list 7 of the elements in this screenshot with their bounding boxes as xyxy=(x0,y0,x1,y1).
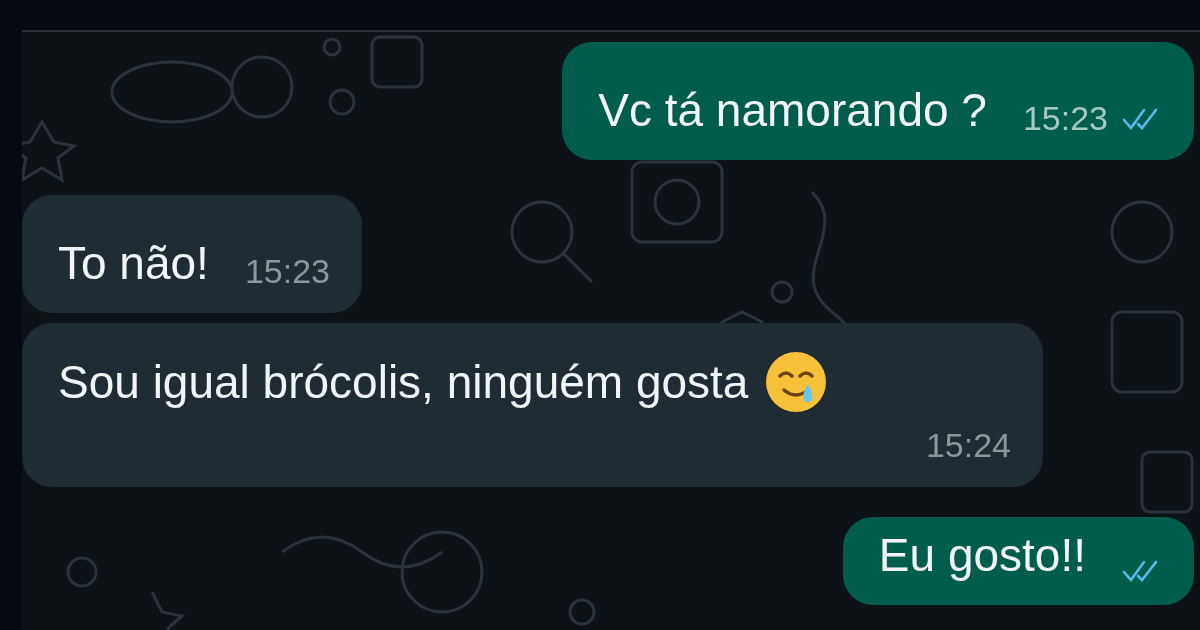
message-time: 15:23 xyxy=(244,252,330,291)
message-text: To não! xyxy=(58,236,209,291)
message-time: 15:24 xyxy=(925,426,1011,465)
message-text: Vc tá namorando ? xyxy=(598,83,987,138)
message-time: 15:23 xyxy=(1022,99,1108,138)
message-text: Eu gosto!! xyxy=(878,528,1086,583)
message-text: Sou igual brócolis, ninguém gosta xyxy=(58,355,749,410)
